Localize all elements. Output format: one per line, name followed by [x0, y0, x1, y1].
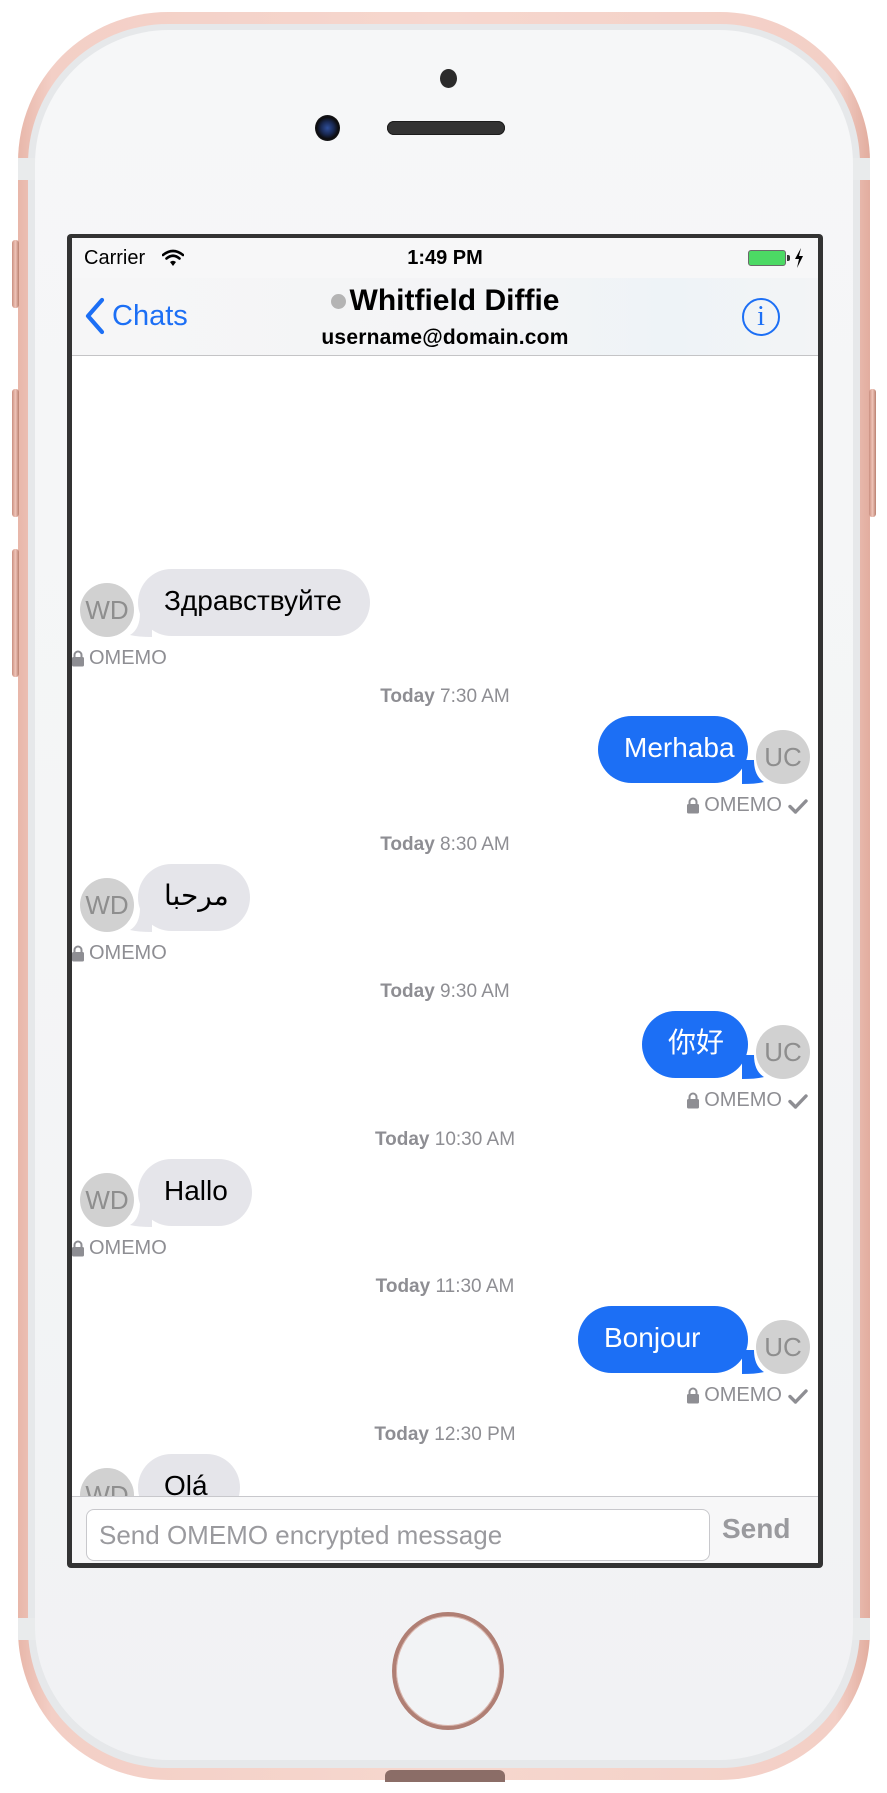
- user-avatar[interactable]: UC: [756, 1320, 810, 1374]
- timestamp-time: 11:30 AM: [430, 1276, 515, 1297]
- timestamp-time: 7:30 AM: [434, 686, 510, 707]
- screen: Carrier 1:49 PM Chats Whitfield Diffie u…: [72, 238, 818, 1563]
- battery-icon: [748, 250, 786, 266]
- front-camera: [315, 115, 340, 141]
- timestamp-day: Today: [374, 1423, 429, 1445]
- antenna-band-right-bottom: [850, 1618, 870, 1640]
- power-button: [869, 389, 876, 517]
- message-timestamp: Today 8:30 AM: [72, 834, 818, 856]
- status-time: 1:49 PM: [407, 247, 483, 269]
- antenna-band-right-top: [850, 158, 870, 180]
- lock-icon: [72, 650, 84, 666]
- timestamp-day: Today: [380, 833, 435, 855]
- encryption-label: OMEMO: [89, 1236, 167, 1259]
- timestamp-day: Today: [374, 1128, 430, 1150]
- user-avatar[interactable]: UC: [756, 1025, 810, 1079]
- contact-jid: username@domain.com: [321, 326, 569, 349]
- battery-tip: [787, 255, 790, 261]
- message-input[interactable]: [86, 1509, 710, 1561]
- contact-avatar[interactable]: WD: [80, 877, 134, 932]
- nav-title-container: Whitfield Diffie: [72, 284, 818, 318]
- timestamp-day: Today: [380, 981, 435, 1002]
- outgoing-message-bubble[interactable]: Bonjour: [578, 1306, 748, 1373]
- composer-bar: Send: [72, 1496, 818, 1563]
- timestamp-time: 10:30 AM: [429, 1128, 516, 1150]
- send-button[interactable]: Send: [722, 1513, 790, 1545]
- encryption-status: OMEMO: [686, 1089, 808, 1112]
- contact-avatar[interactable]: WD: [80, 1172, 134, 1227]
- lock-icon: [72, 945, 84, 961]
- presence-indicator: [330, 293, 346, 309]
- mute-switch: [12, 240, 19, 308]
- lock-icon: [687, 1092, 700, 1109]
- encryption-label: OMEMO: [89, 941, 167, 964]
- bolt-icon: [795, 248, 803, 268]
- timestamp-day: Today: [380, 686, 435, 707]
- message-list[interactable]: Здравствуйте WD OMEMO Today 7:30 AM Merhaba U…: [72, 356, 818, 1496]
- lock-icon: [687, 1387, 700, 1404]
- message-timestamp: Today 10:30 AM: [72, 1129, 818, 1151]
- proximity-sensor: [440, 69, 457, 88]
- encryption-label: OMEMO: [704, 1384, 782, 1406]
- encryption-status: OMEMO: [72, 647, 167, 670]
- timestamp-time: 9:30 AM: [434, 981, 510, 1002]
- timestamp-day: Today: [375, 1276, 431, 1297]
- encryption-status: OMEMO: [686, 794, 808, 817]
- message-timestamp: Today 7:30 AM: [72, 686, 818, 708]
- encryption-label: OMEMO: [704, 1089, 782, 1111]
- user-avatar[interactable]: UC: [756, 730, 810, 784]
- message-timestamp: Today 12:30 PM: [72, 1424, 818, 1446]
- status-bar: Carrier 1:49 PM: [72, 238, 818, 278]
- delivered-check-icon: [788, 1388, 808, 1404]
- lightning-port: [385, 1770, 505, 1782]
- info-button[interactable]: i: [742, 298, 780, 336]
- volume-up-button: [12, 389, 19, 517]
- navigation-bar: Chats Whitfield Diffie username@domain.c…: [72, 278, 818, 356]
- incoming-message-bubble[interactable]: مرحبا: [138, 863, 250, 931]
- contact-title[interactable]: Whitfield Diffie: [330, 284, 560, 318]
- message-timestamp: Today 11:30 AM: [72, 1276, 818, 1298]
- delivered-check-icon: [788, 798, 808, 814]
- contact-name: Whitfield Diffie: [349, 284, 560, 317]
- home-button[interactable]: [392, 1612, 504, 1730]
- encryption-status: OMEMO: [72, 1237, 167, 1260]
- lock-icon: [687, 797, 700, 814]
- contact-avatar[interactable]: WD: [80, 1467, 134, 1496]
- encryption-status: OMEMO: [72, 942, 167, 965]
- message-timestamp: Today 9:30 AM: [72, 981, 818, 1003]
- volume-down-button: [12, 549, 19, 677]
- encryption-status: OMEMO: [686, 1384, 808, 1407]
- incoming-message-bubble[interactable]: Здравствуйте: [138, 568, 370, 636]
- lock-icon: [72, 1240, 84, 1256]
- delivered-check-icon: [788, 1093, 808, 1109]
- timestamp-time: 12:30 PM: [428, 1423, 516, 1445]
- encryption-label: OMEMO: [89, 646, 167, 669]
- outgoing-message-bubble[interactable]: Merhaba: [598, 716, 748, 783]
- earpiece-speaker: [387, 121, 505, 135]
- incoming-message-bubble[interactable]: Hallo: [138, 1158, 252, 1226]
- info-icon: i: [757, 301, 765, 332]
- contact-avatar[interactable]: WD: [80, 582, 134, 637]
- outgoing-message-bubble[interactable]: 你好: [642, 1011, 748, 1078]
- incoming-message-bubble[interactable]: Olá: [138, 1453, 240, 1496]
- timestamp-time: 8:30 AM: [434, 833, 510, 855]
- encryption-label: OMEMO: [704, 794, 782, 816]
